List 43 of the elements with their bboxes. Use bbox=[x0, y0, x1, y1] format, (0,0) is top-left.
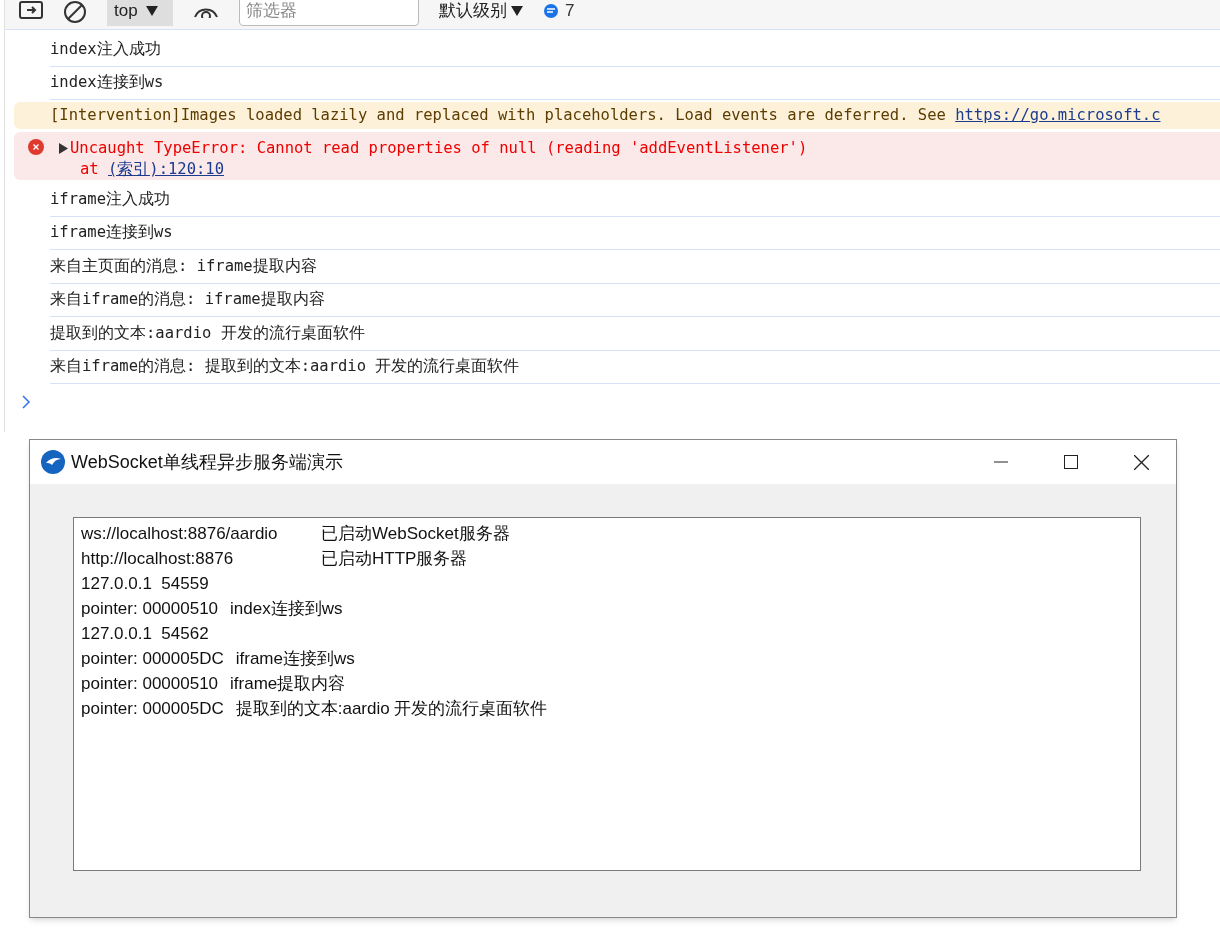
app-logo-icon bbox=[41, 450, 65, 474]
caret-icon bbox=[145, 5, 158, 16]
warning-message: [Intervention]Images loaded lazily and replaced with placeholders. Load events are deferred. See https://go.microsoft.c bbox=[50, 104, 1161, 126]
console-message: 来自iframe的消息: iframe提取内容 bbox=[50, 289, 325, 311]
expand-triangle-icon[interactable] bbox=[59, 142, 68, 154]
console-message: 提取到的文本:aardio 开发的流行桌面软件 bbox=[50, 322, 365, 344]
console-message: iframe注入成功 bbox=[50, 188, 170, 210]
maximize-icon bbox=[1064, 455, 1078, 469]
filter-field[interactable]: 筛选器 bbox=[239, 0, 419, 26]
log-text: 127.0.0.1 54559 bbox=[81, 573, 209, 595]
error-message: Uncaught TypeError: Cannot read properties of null (reading 'addEventListener') bbox=[70, 138, 808, 158]
log-message: iframe提取内容 bbox=[230, 673, 346, 695]
caret-icon bbox=[511, 5, 523, 16]
message-count: 7 bbox=[565, 0, 575, 22]
log-text: http://localhost:8876 bbox=[81, 548, 235, 570]
error-location: at (索引):120:10 bbox=[80, 159, 225, 180]
sidebar-toggle-icon[interactable] bbox=[19, 0, 43, 19]
minimize-icon bbox=[994, 461, 1008, 463]
log-message: 提取到的文本:aardio 开发的流行桌面软件 bbox=[235, 698, 548, 720]
log-text: pointer: 00000510 bbox=[81, 598, 219, 620]
close-icon bbox=[1133, 454, 1149, 470]
log-level-dropdown[interactable]: 默认级别 bbox=[439, 0, 523, 26]
console-message: 来自主页面的消息: iframe提取内容 bbox=[50, 255, 317, 277]
log-message: 已启动HTTP服务器 bbox=[321, 548, 468, 570]
log-text: pointer: 000005DC bbox=[81, 698, 224, 720]
console-message: iframe连接到ws bbox=[50, 222, 173, 244]
log-text: 127.0.0.1 54562 bbox=[81, 623, 209, 645]
log-message: 已启动WebSocket服务器 bbox=[321, 523, 510, 545]
error-icon bbox=[28, 139, 44, 155]
console-message: index连接到ws bbox=[50, 72, 164, 94]
log-text: ws://localhost:8876/aardio bbox=[81, 523, 279, 545]
console-message: 来自iframe的消息: 提取到的文本:aardio 开发的流行桌面软件 bbox=[50, 356, 520, 378]
console-message: index注入成功 bbox=[50, 38, 161, 60]
prompt-chevron-icon[interactable] bbox=[21, 394, 31, 410]
window-title: WebSocket单线程异步服务端演示 bbox=[71, 450, 343, 474]
clear-console-icon[interactable] bbox=[63, 0, 87, 24]
source-link[interactable]: (索引):120:10 bbox=[108, 160, 224, 178]
log-text: pointer: 00000510 bbox=[81, 673, 219, 695]
warning-link[interactable]: https://go.microsoft.c bbox=[955, 105, 1161, 124]
log-text: pointer: 000005DC bbox=[81, 648, 224, 670]
log-message: iframe连接到ws bbox=[235, 648, 355, 670]
context-dropdown[interactable]: top bbox=[107, 0, 173, 26]
log-message: index连接到ws bbox=[230, 598, 343, 620]
